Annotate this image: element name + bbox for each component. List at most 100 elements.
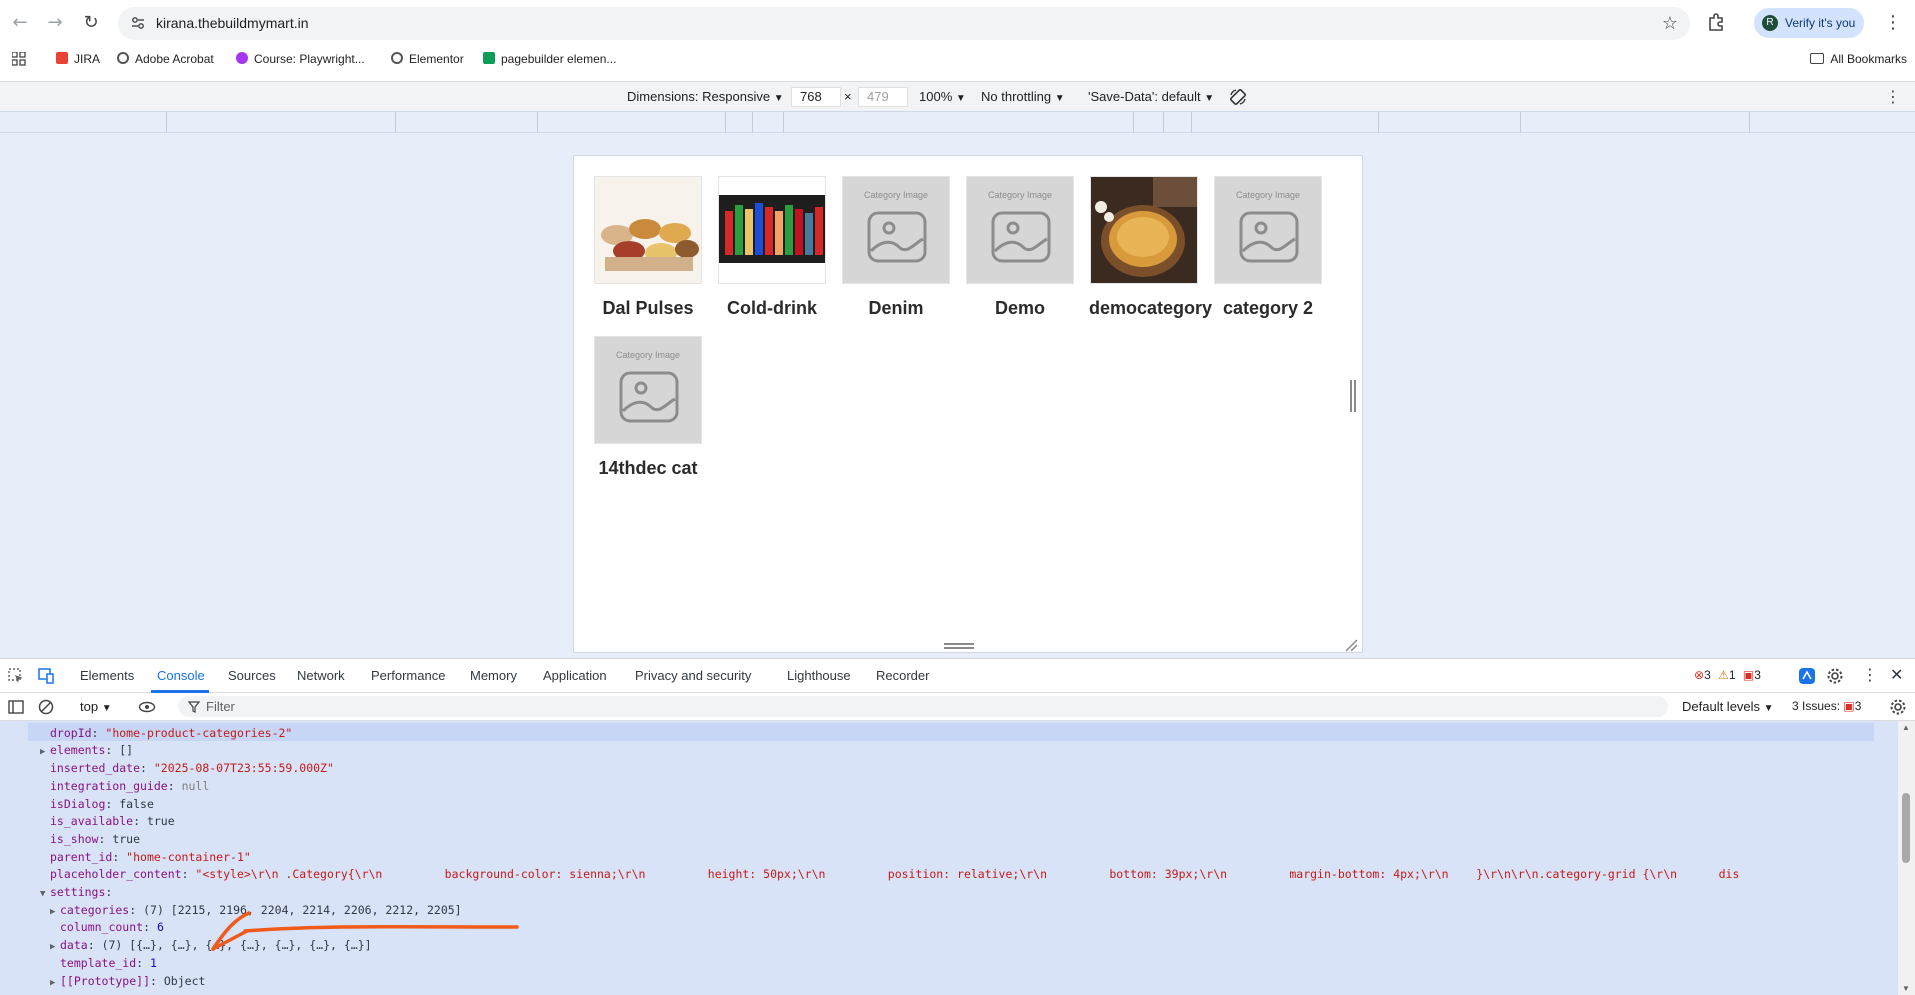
placeholder-label: Category Image [1235, 190, 1301, 200]
inspect-element-icon[interactable] [7, 667, 25, 685]
back-icon[interactable]: ← [9, 12, 31, 34]
clear-console-icon[interactable] [37, 698, 55, 716]
category-name: Cold-drink [727, 298, 817, 318]
category-card-denim[interactable]: Category Image Denim [841, 176, 951, 319]
extensions-icon[interactable] [1706, 12, 1726, 32]
ai-assistant-icon[interactable] [1798, 667, 1816, 685]
scroll-up-icon[interactable]: ▲ [1902, 723, 1910, 732]
bookmark-course-playwright[interactable]: Course: Playwright... [236, 52, 365, 66]
console-property-line: is_show: true [50, 831, 140, 849]
globe-icon [391, 52, 403, 64]
category-name: Demo [994, 298, 1045, 318]
live-expression-eye-icon[interactable] [138, 698, 156, 716]
ruler-tick [725, 112, 726, 133]
zoom-select[interactable]: 100% ▼ [919, 89, 966, 104]
device-toolbar: Dimensions: Responsive ▼ 768 × 479 100% … [0, 81, 1915, 111]
category-image-placeholder: Category Image [966, 176, 1074, 284]
ruler-tick [783, 112, 784, 133]
category-card-cold-drink[interactable]: Cold-drink [717, 176, 827, 319]
category-card-category-2[interactable]: Category Image category 2 [1213, 176, 1323, 319]
category-card-dal-pulses[interactable]: Dal Pulses [593, 176, 703, 319]
bookmark-adobe-acrobat[interactable]: Adobe Acrobat [117, 52, 214, 66]
property-key: inserted_date [50, 761, 141, 776]
log-levels-select[interactable]: Default levels ▼ [1682, 699, 1774, 714]
rotate-icon[interactable] [1228, 87, 1248, 107]
globe-icon [117, 52, 129, 64]
save-data-select[interactable]: 'Save-Data': default ▼ [1088, 89, 1214, 104]
bookmark-pagebuilder[interactable]: pagebuilder elemen... [483, 52, 616, 66]
devtools-more-icon[interactable]: ⋮ [1862, 665, 1878, 685]
tab-memory[interactable]: Memory [470, 668, 517, 683]
image-placeholder-icon [867, 211, 927, 263]
viewport-corner-resize-handle[interactable] [1344, 638, 1358, 652]
property-value: true [146, 814, 175, 829]
bookmark-elementor[interactable]: Elementor [391, 52, 464, 66]
device-toolbar-more-icon[interactable]: ⋮ [1885, 87, 1901, 107]
bookmark-star-icon[interactable]: ☆ [1662, 13, 1678, 34]
viewport-bottom-resize-handle[interactable] [944, 643, 974, 649]
url-text[interactable]: kirana.thebuildmymart.in [156, 15, 309, 31]
category-name: Dal Pulses [602, 298, 694, 318]
property-key: is_show [50, 831, 99, 846]
expand-triangle-icon[interactable]: ▶ [50, 939, 60, 957]
dimensions-select[interactable]: Dimensions: Responsive ▼ [627, 89, 784, 104]
tab-elements[interactable]: Elements [80, 668, 134, 683]
category-card-demo[interactable]: Category Image Demo [965, 176, 1075, 319]
all-bookmarks[interactable]: All Bookmarks [1810, 52, 1907, 66]
console-property-line[interactable]: ▶ elements: [] [40, 742, 134, 760]
category-card-14thdec-cat[interactable]: Category Image 14thdec cat [593, 336, 703, 479]
expand-triangle-icon[interactable]: ▶ [40, 744, 50, 762]
console-property-line: inserted_date: "2025-08-07T23:55:59.000Z… [50, 760, 334, 778]
console-filter-input[interactable]: Filter [178, 696, 1668, 717]
throttling-select[interactable]: No throttling ▼ [981, 89, 1065, 104]
verify-profile-button[interactable]: R Verify it's you [1754, 8, 1864, 38]
console-property-line: integration_guide: null [50, 778, 209, 796]
viewport-right-resize-handle[interactable] [1350, 380, 1356, 412]
forward-icon[interactable]: → [44, 12, 66, 34]
image-placeholder-icon [991, 211, 1051, 263]
console-settings-icon[interactable] [1889, 698, 1907, 716]
tab-recorder[interactable]: Recorder [876, 668, 929, 683]
tab-lighthouse[interactable]: Lighthouse [787, 668, 851, 683]
scrollbar-thumb[interactable] [1902, 793, 1910, 863]
browser-menu-icon[interactable]: ⋮ [1884, 12, 1902, 33]
device-toggle-icon[interactable] [37, 667, 55, 685]
console-message-counts[interactable]: ⊗3 ⚠1 ▣3 [1694, 668, 1761, 682]
dropdown-icon: ▼ [1054, 93, 1065, 104]
colon: : [133, 814, 147, 829]
height-input[interactable]: 479 [858, 87, 908, 107]
expand-triangle-icon[interactable]: ▶ [50, 975, 60, 993]
site-settings-icon[interactable] [130, 15, 146, 31]
bookmark-jira[interactable]: JIRA [56, 52, 100, 66]
address-bar[interactable]: kirana.thebuildmymart.in ☆ [118, 7, 1690, 40]
console-scrollbar[interactable]: ▲ ▼ [1898, 721, 1915, 995]
property-key: dropId [50, 725, 92, 740]
tab-console[interactable]: Console [157, 668, 205, 683]
property-value: [] [119, 743, 134, 758]
property-value: Object [163, 973, 206, 988]
tab-performance[interactable]: Performance [371, 668, 445, 683]
close-devtools-icon[interactable]: ✕ [1890, 665, 1903, 685]
colon: : [105, 885, 120, 899]
console-property-line[interactable]: ▶ [[Prototype]]: Object [50, 973, 206, 991]
warning-icon: ⚠ [1718, 668, 1729, 682]
verify-label: Verify it's you [1785, 16, 1856, 30]
context-select[interactable]: top ▼ [80, 699, 112, 714]
expand-triangle-icon[interactable]: ▶ [50, 904, 60, 922]
sidebar-toggle-icon[interactable] [7, 698, 25, 716]
issues-button[interactable]: 3 Issues: ▣3 [1792, 699, 1861, 713]
property-value: 1 [150, 955, 157, 970]
tab-network[interactable]: Network [297, 668, 345, 683]
tab-privacy-security[interactable]: Privacy and security [635, 668, 751, 683]
settings-gear-icon[interactable] [1826, 667, 1844, 685]
console-property-line[interactable]: ▼ settings: [40, 884, 120, 902]
scroll-down-icon[interactable]: ▼ [1902, 984, 1910, 993]
category-card-democategory[interactable]: democategory [1089, 176, 1212, 319]
width-input[interactable]: 768 [791, 87, 841, 107]
filter-icon [188, 701, 200, 713]
property-value: null [133, 721, 161, 722]
tab-application[interactable]: Application [543, 668, 607, 683]
collapse-triangle-icon[interactable]: ▼ [40, 886, 50, 904]
tab-sources[interactable]: Sources [228, 668, 276, 683]
reload-icon[interactable]: ↻ [80, 12, 102, 34]
